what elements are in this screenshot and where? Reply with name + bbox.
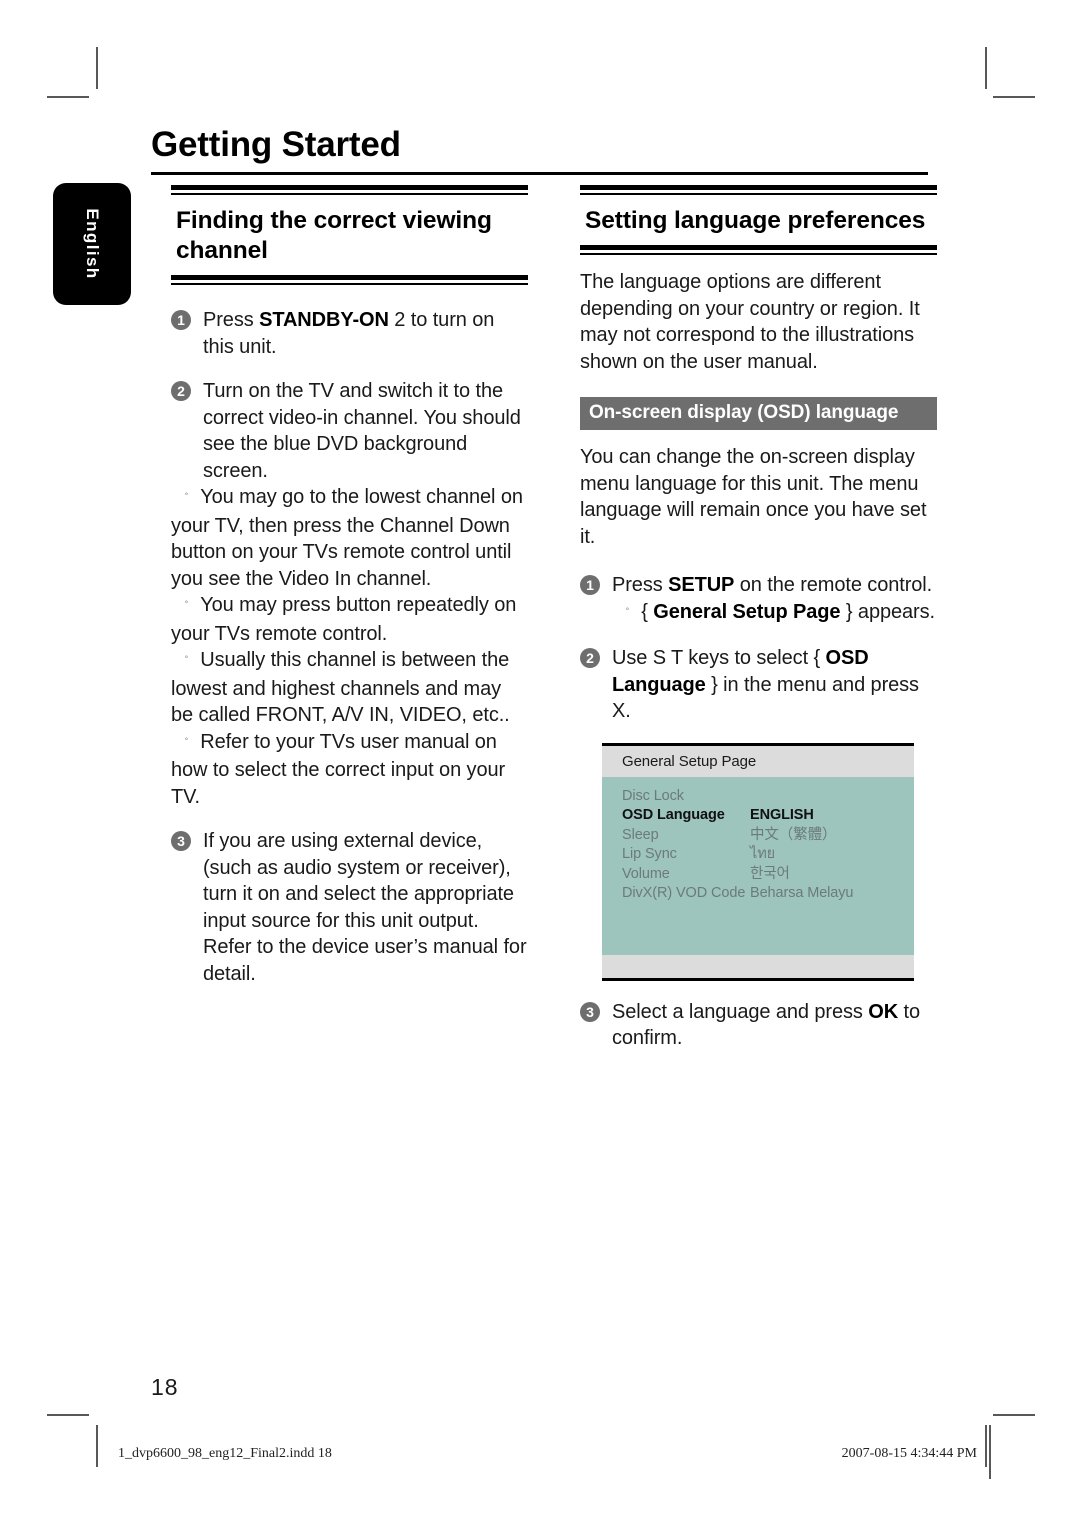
bullet-marker-icon: ˚ [185,493,189,504]
emphasis-text: SETUP [668,574,735,596]
numbered-step: 3 Select a language and press OK to confi… [580,999,937,1052]
footer-timestamp: 2007-08-15 4:34:44 PM [841,1446,977,1461]
section-rule-top [171,185,528,190]
right-steps-list-upper: 1 Press SETUP on the remote control. ˚ { Ge… [580,572,937,725]
crop-mark-bottom-left-vertical [96,1425,98,1467]
osd-row-label: Sleep [622,826,659,843]
osd-menu-row[interactable]: Sleep 中文（繁體） [622,826,914,846]
body-text: Press [612,574,669,596]
body-text: Select a language and press [612,1000,869,1023]
body-text: If you are using external device, (such … [203,830,527,985]
section-rule-top-right [580,185,937,190]
osd-row-label: Volume [622,865,670,882]
osd-row-label: Lip Sync [622,846,677,862]
crop-mark-top-right-vertical [985,47,987,89]
osd-row-label: OSD Language [622,807,725,823]
osd-footer-bar [602,954,914,978]
right-steps-list-lower: 3 Select a language and press OK to confi… [580,999,937,1052]
section-rule-bottom [171,275,528,280]
step-text: Turn on the TV and switch it to the corr… [203,380,521,482]
sub-bullet-item: ˚ Usually this channel is between the low… [171,647,528,729]
osd-language-subsection-header: On-screen display (OSD) language [580,397,937,430]
osd-menu-row[interactable]: OSD Language ENGLISH [622,806,914,826]
emphasis-text: STANDBY-ON [259,309,389,331]
left-column: Finding the correct viewing channel 1 Pre… [171,185,528,1005]
osd-menu-row[interactable]: Lip Sync ไทย [622,845,914,865]
step-number-badge: 1 [171,310,191,330]
sub-bullet-item: ˚ { General Setup Page } appears. [612,599,937,628]
language-intro-text: The language options are different depen… [580,271,920,373]
osd-row-label: Disc Lock [622,787,684,804]
osd-menu-row[interactable]: Disc Lock [622,787,914,807]
crop-mark-top-left-horizontal [47,96,89,98]
sub-bullet-text: Refer to your TVs user manual on how to … [171,730,506,808]
osd-row-label: DivX(R) VOD Code [622,885,746,901]
bullet-marker-icon: ˚ [185,601,189,612]
osd-row-value: 中文（繁體） [750,826,837,843]
step-text: Press SETUP on the remote control. [612,574,932,596]
section-title-left: Finding the correct viewing channel [176,207,492,264]
osd-screenshot-figure: General Setup Page Disc Lock OSD Language… [602,742,914,981]
sub-bullet-text: You may go to the lowest channel on your… [171,486,523,590]
section-rule-bottom-right [580,245,937,250]
step-text: If you are using external device, (such … [203,830,527,985]
numbered-step: 1 Press SETUP on the remote control. ˚ { Ge… [580,572,937,627]
crop-mark-bottom-right-horizontal [993,1414,1035,1416]
body-text: { [641,600,654,623]
osd-language-intro-text: You can change the on-screen display men… [580,446,927,548]
step-number-badge: 2 [580,648,600,668]
osd-row-value: Beharsa Melayu [750,885,854,901]
manual-page: Getting Started English Finding the corr… [0,0,1080,1524]
emphasis-text: OK [868,1000,899,1023]
emphasis-text: General Setup Page [653,600,841,623]
numbered-step: 2 Turn on the TV and switch it to the cor… [171,378,528,810]
sub-bullet-item: ˚ Refer to your TVs user manual on how to… [171,729,528,811]
osd-row-value: ไทย [750,846,776,862]
bullet-marker-icon: ˚ [185,737,189,749]
osd-row-value [750,787,914,807]
osd-title-bar: General Setup Page [602,745,914,777]
bullet-marker-icon: ˚ [185,656,189,667]
step-text: Press STANDBY-ON 2 to turn on this unit. [203,309,494,358]
page-title: Getting Started [151,125,401,164]
language-tab-label: English [83,208,102,280]
osd-menu-row[interactable]: DivX(R) VOD Code Beharsa Melayu [622,884,914,904]
step-number-badge: 1 [580,575,600,595]
chapter-title-rule [151,172,928,175]
osd-menu-row[interactable]: Volume 한국어 [622,865,914,885]
step-number-badge: 3 [171,831,191,851]
section-title-right: Setting language preferences [585,207,926,234]
crop-mark-bottom-left-horizontal [47,1414,89,1416]
bullet-marker-icon: ˚ [626,607,630,619]
sub-bullet-item: ˚ You may press button repeatedly on your… [171,592,528,647]
numbered-step: 3 If you are using external device, (such… [171,828,528,987]
footer-file-name: 1_dvp6600_98_eng12_Final2.indd 18 [118,1446,332,1461]
crop-mark-top-right-horizontal [993,96,1035,98]
body-text: on the remote control. [734,574,933,596]
page-number: 18 [151,1374,179,1400]
footer-crop-bar [989,1425,991,1479]
numbered-step: 1 Press STANDBY-ON 2 to turn on this unit… [171,307,528,360]
step-number-badge: 3 [580,1001,600,1022]
sub-bullet-item: ˚ You may go to the lowest channel on you… [171,484,528,592]
right-column: Setting language preferences The languag… [580,185,937,1070]
body-text: Press [203,309,260,331]
sub-bullet-text: You may press button repeatedly on your … [171,594,517,645]
numbered-step: 2 Use S T keys to select { OSD Language }… [580,645,937,725]
osd-row-value: 한국어 [750,865,790,882]
left-steps-list: 1 Press STANDBY-ON 2 to turn on this unit… [171,307,528,987]
step-number-badge: 2 [171,381,191,401]
body-text: Use S T keys to select { [612,647,826,669]
step-text: Select a language and press OK to confir… [612,1001,920,1050]
crop-mark-bottom-right-vertical [985,1425,987,1467]
sub-bullet-text: Usually this channel is between the lowe… [171,649,510,726]
body-text: Turn on the TV and switch it to the corr… [203,380,521,482]
language-tab: English [53,183,131,305]
osd-menu-list: Disc Lock OSD Language ENGLISH Sleep 中文（繁體） L… [602,776,914,955]
osd-row-value: ENGLISH [750,807,814,823]
body-text: } appears. [840,600,935,623]
crop-mark-top-left-vertical [96,47,98,89]
step-text: Use S T keys to select { OSD Language } … [612,647,919,722]
